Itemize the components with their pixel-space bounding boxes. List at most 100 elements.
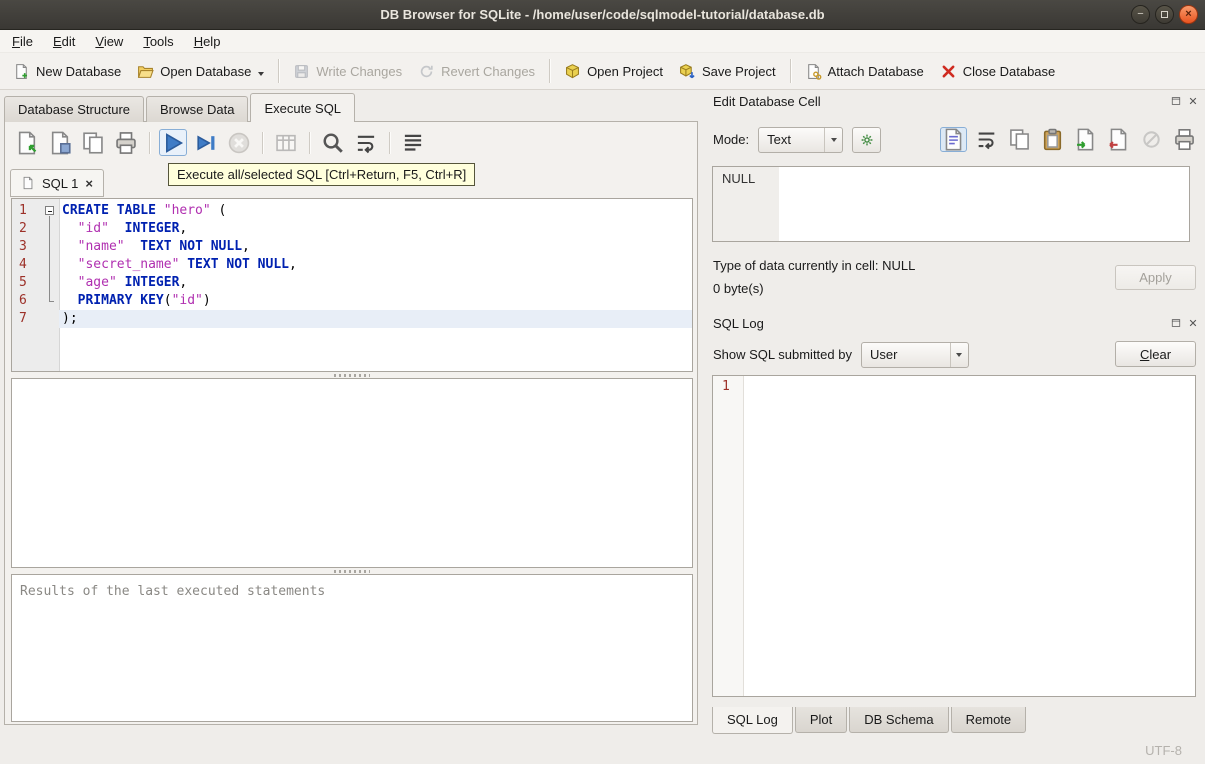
new-database-button[interactable]: New Database: [5, 58, 129, 85]
find-icon[interactable]: [319, 129, 347, 156]
export-file-icon[interactable]: [1105, 127, 1132, 152]
cell-mode-combo[interactable]: Text: [758, 126, 844, 153]
word-wrap-icon[interactable]: [352, 129, 380, 156]
tab-execute-sql[interactable]: Execute SQL: [250, 93, 356, 122]
execute-all-icon[interactable]: [159, 129, 187, 156]
show-sql-label: Show SQL submitted by: [713, 347, 852, 362]
code-line-7: 7);: [12, 310, 692, 328]
revert-changes-icon: [418, 63, 435, 80]
splitter-grip: [334, 569, 370, 573]
tab-database-structure[interactable]: Database Structure: [4, 96, 145, 122]
sql-log-area: 1: [712, 375, 1196, 697]
code-token: "id": [171, 293, 203, 308]
edit-cell-title: Edit Database Cell: [713, 94, 821, 109]
toolbar-separator: [262, 131, 263, 154]
code-token: PRIMARY KEY: [77, 293, 164, 308]
code-text: CREATE TABLE "hero" (: [59, 202, 692, 220]
toolbar-separator: [549, 59, 551, 83]
gear-icon[interactable]: [852, 126, 882, 153]
write-changes-icon: [293, 63, 310, 80]
code-token: CREATE TABLE: [62, 203, 156, 218]
tab-plot[interactable]: Plot: [794, 707, 848, 733]
menu-view[interactable]: View: [85, 30, 133, 52]
code-token: TEXT NOT NULL: [140, 239, 243, 254]
code-text: );: [59, 310, 692, 328]
paste-icon[interactable]: [1039, 127, 1066, 152]
format-sql-icon[interactable]: [399, 129, 427, 156]
mode-label: Mode:: [713, 132, 750, 147]
menu-file[interactable]: File: [2, 30, 43, 52]
code-text: "id" INTEGER,: [59, 220, 692, 238]
open-database-button[interactable]: Open Database: [129, 58, 272, 85]
statusbar: UTF-8: [0, 736, 1205, 764]
minimize-button[interactable]: −: [1131, 5, 1150, 24]
fold-gutter: [42, 292, 59, 310]
log-filter-combo[interactable]: User: [860, 341, 969, 368]
code-text: "secret_name" TEXT NOT NULL,: [59, 256, 692, 274]
attach-database-button[interactable]: Attach Database: [797, 58, 932, 85]
import-file-icon[interactable]: [1072, 127, 1099, 152]
maximize-button[interactable]: [1155, 5, 1174, 24]
chevron-down-icon[interactable]: [258, 71, 265, 76]
tab-db-schema[interactable]: DB Schema: [849, 707, 949, 733]
close-icon[interactable]: [1185, 93, 1200, 108]
code-token: "age": [77, 275, 117, 290]
close-database-button[interactable]: Close Database: [932, 58, 1064, 85]
code-token: "hero": [163, 203, 211, 218]
copy-icon[interactable]: [1006, 127, 1033, 152]
sql-editor[interactable]: 1 CREATE TABLE "hero" (2 "id" INTEGER, 3 "…: [11, 198, 693, 372]
sql-editor-tabbar: SQL 1 ×: [10, 168, 104, 197]
clear-button[interactable]: Clear: [1115, 341, 1196, 367]
float-icon[interactable]: [1168, 93, 1183, 108]
window-title: DB Browser for SQLite - /home/user/code/…: [380, 7, 825, 22]
window-controls: − ×: [1131, 5, 1198, 24]
tab-browse-data[interactable]: Browse Data: [146, 96, 249, 122]
tab-remote[interactable]: Remote: [950, 707, 1027, 733]
open-project-icon: [564, 63, 581, 80]
code-token: "name": [77, 239, 125, 254]
combo-value: Text: [767, 132, 791, 147]
save-sql-file-as-icon[interactable]: [79, 129, 107, 156]
open-project-button[interactable]: Open Project: [556, 58, 671, 85]
float-icon[interactable]: [1168, 315, 1183, 330]
toolbar-button-label: Revert Changes: [441, 63, 536, 79]
close-button[interactable]: ×: [1179, 5, 1198, 24]
toolbar-button-label: Open Database: [160, 63, 252, 79]
execute-line-icon[interactable]: [192, 129, 220, 156]
tab-sql-log[interactable]: SQL Log: [712, 707, 793, 734]
tab-sql-1[interactable]: SQL 1 ×: [10, 169, 104, 197]
code-token: INTEGER: [124, 275, 180, 290]
fold-marker[interactable]: [42, 202, 59, 220]
log-gutter: 1: [713, 376, 744, 696]
toolbar-button-label: Save Project: [701, 63, 776, 79]
cell-toolbar: [940, 127, 1198, 152]
open-sql-file-icon[interactable]: [13, 129, 41, 156]
titlebar[interactable]: DB Browser for SQLite - /home/user/code/…: [0, 0, 1205, 30]
sql-editor-code: 1 CREATE TABLE "hero" (2 "id" INTEGER, 3 "…: [12, 199, 692, 328]
toolbar-separator: [149, 131, 150, 154]
menu-help[interactable]: Help: [184, 30, 231, 52]
set-null-icon: [1138, 127, 1165, 152]
code-token: ,: [288, 257, 297, 272]
save-sql-file-icon[interactable]: [46, 129, 74, 156]
code-line-2: 2 "id" INTEGER,: [12, 220, 692, 238]
text-mode-icon[interactable]: [940, 127, 967, 152]
word-wrap-icon[interactable]: [973, 127, 1000, 152]
save-project-button[interactable]: Save Project: [671, 58, 784, 85]
code-line-3: 3 "name" TEXT NOT NULL,: [12, 238, 692, 256]
menu-edit[interactable]: Edit: [43, 30, 85, 52]
code-line-1: 1 CREATE TABLE "hero" (: [12, 202, 692, 220]
code-token: ): [202, 293, 211, 308]
menu-tools[interactable]: Tools: [133, 30, 183, 52]
sql-log-dock-controls: [1168, 315, 1200, 330]
print-icon[interactable]: [1171, 127, 1198, 152]
fold-gutter: [42, 256, 59, 274]
cell-editor[interactable]: NULL: [712, 166, 1190, 242]
close-icon[interactable]: [1185, 315, 1200, 330]
print-icon[interactable]: [112, 129, 140, 156]
toolbar-separator: [278, 59, 280, 83]
close-tab-icon[interactable]: ×: [85, 177, 93, 190]
